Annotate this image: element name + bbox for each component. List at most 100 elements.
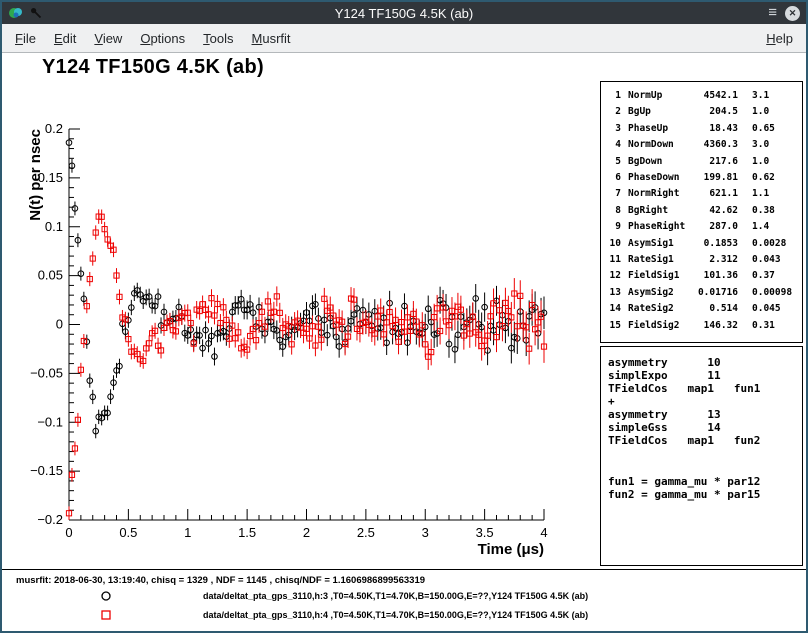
param-error: 1.0 [752, 104, 769, 120]
param-index: 13 [607, 285, 621, 301]
canvas-area: Y124 TF150G 4.5K (ab) −0.2−0.15−0.1−0.05… [2, 53, 806, 569]
param-row: 11RateSig12.3120.043 [607, 252, 802, 268]
menu-item-view[interactable]: View [85, 26, 131, 51]
param-error: 0.37 [752, 268, 775, 284]
param-error: 0.045 [752, 301, 781, 317]
param-name: FieldSig1 [628, 268, 692, 284]
param-value: 204.5 [692, 104, 738, 120]
app-icon[interactable] [8, 5, 24, 21]
param-name: PhaseUp [628, 121, 692, 137]
theory-line: TFieldCos map1 fun1 [608, 382, 802, 395]
svg-text:4: 4 [540, 525, 547, 540]
param-value: 287.0 [692, 219, 738, 235]
param-value: 101.36 [692, 268, 738, 284]
param-error: 3.0 [752, 137, 769, 153]
param-value: 199.81 [692, 170, 738, 186]
close-icon[interactable]: ✕ [785, 6, 800, 21]
param-index: 6 [607, 170, 621, 186]
param-row: 8BgRight42.620.38 [607, 203, 802, 219]
plot-canvas[interactable]: −0.2−0.15−0.1−0.0500.050.10.150.200.511.… [2, 86, 577, 566]
legend: data/deltat_pta_gps_3110,h:3 ,T0=4.50K,T… [2, 587, 806, 624]
param-name: NormDown [628, 137, 692, 153]
svg-text:3.5: 3.5 [476, 525, 494, 540]
titlebar-right-icons: ≡ ✕ [750, 5, 800, 21]
svg-text:3: 3 [422, 525, 429, 540]
series-h4 [66, 209, 546, 520]
svg-text:1.5: 1.5 [238, 525, 256, 540]
param-value: 0.01716 [692, 285, 738, 301]
menu-item-musrfit[interactable]: Musrfit [243, 26, 300, 51]
param-name: AsymSig2 [628, 285, 692, 301]
param-error: 0.00098 [752, 285, 792, 301]
svg-text:−0.1: −0.1 [37, 414, 63, 429]
titlebar: Y124 TF150G 4.5K (ab) ≡ ✕ [2, 2, 806, 24]
param-row: 9PhaseRight287.01.4 [607, 219, 802, 235]
theory-panel: asymmetry 10simplExpo 11TFieldCos map1 f… [600, 346, 803, 566]
param-value: 217.6 [692, 154, 738, 170]
menu-item-file[interactable]: File [6, 26, 45, 51]
param-value: 621.1 [692, 186, 738, 202]
theory-line: simplExpo 11 [608, 369, 802, 382]
plot-title: Y124 TF150G 4.5K (ab) [42, 56, 264, 79]
param-error: 0.31 [752, 318, 775, 334]
theory-line: asymmetry 10 [608, 356, 802, 369]
legend-label: data/deltat_pta_gps_3110,h:3 ,T0=4.50K,T… [203, 591, 588, 601]
param-index: 8 [607, 203, 621, 219]
param-row: 3PhaseUp18.430.65 [607, 121, 802, 137]
svg-text:−0.15: −0.15 [30, 463, 63, 478]
param-index: 1 [607, 88, 621, 104]
menubar-right: Help [757, 31, 802, 46]
legend-item: data/deltat_pta_gps_3110,h:4 ,T0=4.50K,T… [2, 606, 806, 624]
legend-label: data/deltat_pta_gps_3110,h:4 ,T0=4.50K,T… [203, 610, 588, 620]
param-row: 13 AsymSig20.01716 0.00098 [607, 285, 802, 301]
param-name: PhaseRight [628, 219, 692, 235]
param-name: BgDown [628, 154, 692, 170]
svg-text:0.05: 0.05 [38, 268, 63, 283]
menu-item-help[interactable]: Help [757, 26, 802, 51]
svg-text:2: 2 [303, 525, 310, 540]
svg-text:0.2: 0.2 [45, 121, 63, 136]
param-row: 5BgDown217.61.0 [607, 154, 802, 170]
param-name: BgRight [628, 203, 692, 219]
window-menu-icon[interactable]: ≡ [768, 5, 777, 21]
theory-line: simpleGss 14 [608, 421, 802, 434]
footer: musrfit: 2018-06-30, 13:19:40, chisq = 1… [2, 569, 806, 631]
svg-text:1: 1 [184, 525, 191, 540]
param-name: BgUp [628, 104, 692, 120]
app-window: Y124 TF150G 4.5K (ab) ≡ ✕ FileEditViewOp… [0, 0, 808, 633]
param-error: 3.1 [752, 88, 769, 104]
param-name: NormRight [628, 186, 692, 202]
param-name: RateSig2 [628, 301, 692, 317]
param-value: 146.32 [692, 318, 738, 334]
param-index: 15 [607, 318, 621, 334]
param-error: 0.65 [752, 121, 775, 137]
param-row: 4 NormDown4360.3 3.0 [607, 137, 802, 153]
menu-item-tools[interactable]: Tools [194, 26, 242, 51]
menu-item-options[interactable]: Options [131, 26, 194, 51]
param-value: 2.312 [692, 252, 738, 268]
menu-item-edit[interactable]: Edit [45, 26, 85, 51]
param-value: 0.514 [692, 301, 738, 317]
param-row: 6PhaseDown199.810.62 [607, 170, 802, 186]
param-value: 4360.3 [692, 137, 738, 153]
window-title: Y124 TF150G 4.5K (ab) [58, 6, 750, 21]
param-error: 0.0028 [752, 236, 786, 252]
param-value: 0.1853 [692, 236, 738, 252]
menubar-left: FileEditViewOptionsToolsMusrfit [6, 26, 300, 51]
param-value: 18.43 [692, 121, 738, 137]
param-index: 10 [607, 236, 621, 252]
param-index: 4 [607, 137, 621, 153]
param-index: 12 [607, 268, 621, 284]
theory-line [608, 447, 802, 475]
param-index: 5 [607, 154, 621, 170]
parameter-panel: 1NormUp4542.13.12BgUp204.51.03PhaseUp18.… [600, 81, 803, 343]
pin-icon[interactable] [29, 6, 43, 20]
theory-line: + [608, 395, 802, 408]
square-marker-icon [99, 608, 113, 622]
titlebar-left-icons [8, 5, 58, 21]
svg-text:−0.2: −0.2 [37, 512, 63, 527]
param-value: 42.62 [692, 203, 738, 219]
param-name: FieldSig2 [628, 318, 692, 334]
menubar: FileEditViewOptionsToolsMusrfit Help [2, 24, 806, 53]
param-error: 0.043 [752, 252, 781, 268]
